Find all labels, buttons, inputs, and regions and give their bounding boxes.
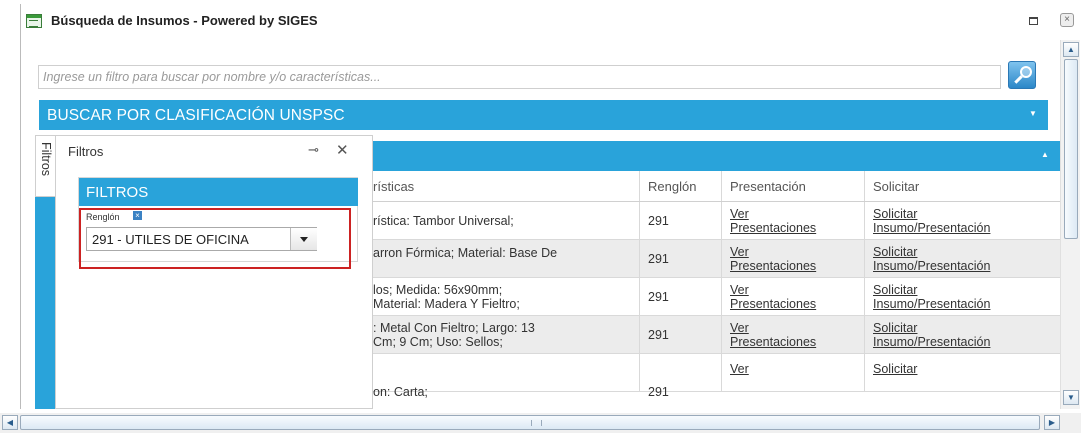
table-header-row: rísticas Renglón Presentación Solicitar (373, 171, 1061, 202)
solicitar-insumo-link[interactable]: Solicitar (873, 362, 1057, 376)
cell-caracteristicas: arron Fórmica; Material: Base De (373, 245, 558, 260)
horizontal-scroll-thumb[interactable] (20, 415, 1040, 430)
unspsc-accordion-header[interactable]: BUSCAR POR CLASIFICACIÓN UNSPSC ▼ (39, 100, 1048, 130)
search-button[interactable] (1008, 61, 1036, 89)
horizontal-scrollbar[interactable]: ◀ ▶ (0, 413, 1081, 433)
results-panel-header[interactable]: ▲ (373, 141, 1061, 171)
renglon-select-value: 291 - UTILES DE OFICINA (92, 232, 249, 247)
column-header-renglon[interactable]: Renglón (639, 171, 721, 201)
window-icon (26, 14, 42, 28)
solicitar-insumo-link[interactable]: Solicitar Insumo/Presentación (873, 207, 1057, 235)
vertical-scroll-thumb[interactable] (1064, 59, 1078, 239)
window-frame-edge (20, 4, 21, 40)
scroll-down-icon[interactable]: ▼ (1063, 390, 1079, 405)
table-row: on: Carta; 291 Ver Solicitar (373, 354, 1061, 399)
column-header-solicitar[interactable]: Solicitar (864, 171, 1061, 201)
cell-renglon: 291 (648, 251, 669, 266)
ver-presentaciones-link[interactable]: Ver (730, 362, 860, 376)
filters-section-title: FILTROS (86, 184, 149, 201)
close-icon[interactable]: ✕ (336, 141, 349, 159)
renglon-filter-label: Renglón (86, 212, 120, 222)
table-row: arron Fórmica; Material: Base De 291 Ver… (373, 240, 1061, 278)
filters-tab-face[interactable]: Filtros (35, 135, 55, 197)
filters-tab-label[interactable]: Filtros (39, 142, 53, 176)
dialog-content: BUSCAR POR CLASIFICACIÓN UNSPSC ▼ ▲ ríst… (20, 40, 1081, 409)
cell-caracteristicas: : Metal Con Fieltro; Largo: 13 Cm; 9 Cm;… (373, 320, 535, 349)
chevron-up-icon[interactable]: ▲ (1041, 150, 1049, 159)
cell-caracteristicas: los; Medida: 56x90mm; Material: Madera Y… (373, 282, 520, 311)
scroll-up-icon[interactable]: ▲ (1063, 42, 1079, 57)
cell-renglon: 291 (648, 385, 669, 399)
vertical-scrollbar[interactable]: ▲ ▼ (1060, 40, 1080, 409)
filters-side-tab[interactable]: Filtros (35, 135, 55, 409)
scroll-right-icon[interactable]: ▶ (1044, 415, 1060, 430)
solicitar-insumo-link[interactable]: Solicitar Insumo/Presentación (873, 245, 1057, 273)
cell-caracteristicas: on: Carta; (373, 385, 428, 399)
cell-caracteristicas: rística: Tambor Universal; (373, 213, 514, 228)
chevron-down-icon[interactable]: ▼ (1029, 109, 1037, 118)
cell-renglon: 291 (648, 289, 669, 304)
table-row: los; Medida: 56x90mm; Material: Madera Y… (373, 278, 1061, 316)
close-icon[interactable]: × (1060, 13, 1074, 27)
filters-panel: Filtros ⊸ ✕ FILTROS Renglón × 291 - UTIL… (55, 135, 373, 409)
renglon-select[interactable]: 291 - UTILES DE OFICINA (86, 227, 317, 251)
ver-presentaciones-link[interactable]: Ver Presentaciones (730, 207, 860, 235)
search-input[interactable] (38, 65, 1001, 89)
ver-presentaciones-link[interactable]: Ver Presentaciones (730, 283, 860, 311)
remove-filter-icon[interactable]: × (133, 211, 142, 220)
maximize-icon[interactable] (1029, 17, 1038, 25)
solicitar-insumo-link[interactable]: Solicitar Insumo/Presentación (873, 321, 1057, 349)
unspsc-label: BUSCAR POR CLASIFICACIÓN UNSPSC (47, 107, 345, 124)
column-header-presentacion[interactable]: Presentación (721, 171, 864, 201)
pin-icon[interactable]: ⊸ (308, 142, 319, 158)
column-header-caracteristicas[interactable]: rísticas (373, 171, 639, 201)
filters-panel-title: Filtros (68, 144, 104, 159)
scroll-left-icon[interactable]: ◀ (2, 415, 18, 430)
filters-section-header: FILTROS (79, 178, 358, 206)
solicitar-insumo-link[interactable]: Solicitar Insumo/Presentación (873, 283, 1057, 311)
search-icon-handle (1014, 75, 1023, 84)
cell-renglon: 291 (648, 327, 669, 342)
ver-presentaciones-link[interactable]: Ver Presentaciones (730, 321, 860, 349)
dropdown-arrow-icon[interactable] (290, 228, 317, 250)
ver-presentaciones-link[interactable]: Ver Presentaciones (730, 245, 860, 273)
table-row: : Metal Con Fieltro; Largo: 13 Cm; 9 Cm;… (373, 316, 1061, 354)
cell-renglon: 291 (648, 213, 669, 228)
window-title: Búsqueda de Insumos - Powered by SIGES (51, 13, 318, 28)
window-titlebar: Búsqueda de Insumos - Powered by SIGES × (0, 0, 1081, 40)
table-row: rística: Tambor Universal; 291 Ver Presen… (373, 202, 1061, 240)
